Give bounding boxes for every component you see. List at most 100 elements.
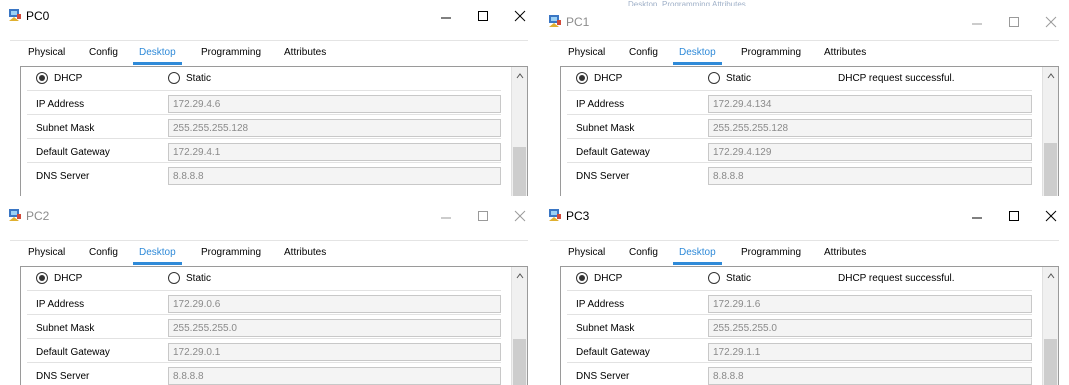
maximize-icon[interactable]: [1006, 208, 1022, 224]
tab-programming[interactable]: Programming: [195, 47, 267, 65]
scroll-up-arrow-icon[interactable]: [516, 73, 524, 79]
dhcp-label: DHCP: [594, 72, 623, 84]
window-pc1: PC1 Physical Config Desktop Programming …: [540, 6, 1069, 196]
ip-address-field[interactable]: [708, 95, 1032, 113]
default-gateway-field[interactable]: [168, 143, 501, 161]
dns-server-field[interactable]: [708, 367, 1032, 385]
pc-icon: [9, 9, 21, 21]
tab-programming[interactable]: Programming: [735, 247, 807, 265]
tab-programming[interactable]: Programming: [195, 247, 267, 265]
tab-physical[interactable]: Physical: [22, 247, 71, 265]
tab-desktop[interactable]: Desktop: [133, 247, 182, 265]
close-icon[interactable]: [512, 208, 528, 224]
ip-address-row: IP Address: [21, 91, 501, 115]
subnet-mask-field[interactable]: [168, 119, 501, 137]
subnet-mask-label: Subnet Mask: [36, 123, 95, 134]
default-gateway-field[interactable]: [708, 343, 1032, 361]
window-title: PC3: [566, 209, 590, 223]
static-radio[interactable]: Static: [708, 271, 751, 285]
title-bar[interactable]: PC1: [540, 6, 1069, 36]
mode-row: DHCP Static: [21, 67, 501, 91]
tab-attributes[interactable]: Attributes: [278, 247, 332, 265]
tab-config[interactable]: Config: [623, 247, 664, 265]
scroll-thumb[interactable]: [513, 339, 526, 385]
static-radio[interactable]: Static: [168, 271, 211, 285]
scroll-up-arrow-icon[interactable]: [1047, 73, 1055, 79]
static-radio[interactable]: Static: [708, 71, 751, 85]
tab-attributes[interactable]: Attributes: [818, 47, 872, 65]
dns-server-label: DNS Server: [576, 371, 630, 382]
close-icon[interactable]: [1043, 208, 1059, 224]
tab-bar: Physical Config Desktop Programming Attr…: [550, 40, 1059, 65]
tab-desktop[interactable]: Desktop: [673, 47, 722, 65]
close-icon[interactable]: [1043, 14, 1059, 30]
default-gateway-row: Default Gateway: [21, 339, 501, 363]
minimize-icon[interactable]: [438, 208, 454, 224]
tab-desktop[interactable]: Desktop: [673, 247, 722, 265]
scroll-thumb[interactable]: [1044, 339, 1057, 385]
dhcp-radio[interactable]: DHCP: [576, 71, 622, 85]
ip-config-panel: DHCP Static IP Address Subnet Mask Defau…: [20, 266, 528, 385]
default-gateway-field[interactable]: [168, 343, 501, 361]
mode-row: DHCP Static: [21, 267, 501, 291]
tab-physical[interactable]: Physical: [562, 247, 611, 265]
tab-physical[interactable]: Physical: [562, 47, 611, 65]
title-bar[interactable]: PC0: [0, 0, 538, 30]
ip-address-row: IP Address: [561, 91, 1032, 115]
scroll-up-arrow-icon[interactable]: [516, 273, 524, 279]
title-bar[interactable]: PC3: [540, 200, 1069, 230]
dns-server-row: DNS Server: [21, 163, 501, 187]
default-gateway-field[interactable]: [708, 143, 1032, 161]
tab-programming[interactable]: Programming: [735, 47, 807, 65]
tab-config[interactable]: Config: [83, 47, 124, 65]
static-label: Static: [726, 72, 752, 84]
static-label: Static: [726, 272, 752, 284]
tab-config[interactable]: Config: [83, 247, 124, 265]
title-bar[interactable]: PC2: [0, 200, 538, 230]
vertical-scrollbar[interactable]: [1042, 67, 1058, 196]
ip-address-field[interactable]: [168, 295, 501, 313]
tab-desktop[interactable]: Desktop: [133, 47, 182, 65]
subnet-mask-field[interactable]: [168, 319, 501, 337]
dhcp-radio[interactable]: DHCP: [576, 271, 622, 285]
maximize-icon[interactable]: [475, 8, 491, 24]
dns-server-field[interactable]: [168, 367, 501, 385]
default-gateway-row: Default Gateway: [561, 139, 1032, 163]
dhcp-radio[interactable]: DHCP: [36, 71, 82, 85]
maximize-icon[interactable]: [1006, 14, 1022, 30]
subnet-mask-label: Subnet Mask: [576, 323, 635, 334]
minimize-icon[interactable]: [969, 14, 985, 30]
dns-server-row: DNS Server: [561, 163, 1032, 187]
tab-bar: Physical Config Desktop Programming Attr…: [10, 240, 528, 265]
subnet-mask-field[interactable]: [708, 319, 1032, 337]
close-icon[interactable]: [512, 8, 528, 24]
dns-server-field[interactable]: [168, 167, 501, 185]
minimize-icon[interactable]: [969, 208, 985, 224]
window-pc2: PC2 Physical Config Desktop Programming …: [0, 200, 538, 385]
tab-config[interactable]: Config: [623, 47, 664, 65]
subnet-mask-row: Subnet Mask: [561, 115, 1032, 139]
tab-attributes[interactable]: Attributes: [818, 247, 872, 265]
default-gateway-row: Default Gateway: [561, 339, 1032, 363]
dns-server-label: DNS Server: [576, 171, 630, 182]
subnet-mask-field[interactable]: [708, 119, 1032, 137]
window-pc3: PC3 Physical Config Desktop Programming …: [540, 200, 1069, 385]
scroll-thumb[interactable]: [1044, 143, 1057, 196]
static-radio[interactable]: Static: [168, 71, 211, 85]
dns-server-field[interactable]: [708, 167, 1032, 185]
window-title: PC2: [26, 209, 50, 223]
vertical-scrollbar[interactable]: [511, 267, 527, 385]
ip-address-row: IP Address: [21, 291, 501, 315]
tab-bar: Physical Config Desktop Programming Attr…: [550, 240, 1059, 265]
scroll-up-arrow-icon[interactable]: [1047, 273, 1055, 279]
maximize-icon[interactable]: [475, 208, 491, 224]
ip-address-field[interactable]: [168, 95, 501, 113]
vertical-scrollbar[interactable]: [511, 67, 527, 196]
ip-address-field[interactable]: [708, 295, 1032, 313]
minimize-icon[interactable]: [438, 8, 454, 24]
tab-attributes[interactable]: Attributes: [278, 47, 332, 65]
tab-physical[interactable]: Physical: [22, 47, 71, 65]
vertical-scrollbar[interactable]: [1042, 267, 1058, 385]
dhcp-radio[interactable]: DHCP: [36, 271, 82, 285]
scroll-thumb[interactable]: [513, 147, 526, 196]
